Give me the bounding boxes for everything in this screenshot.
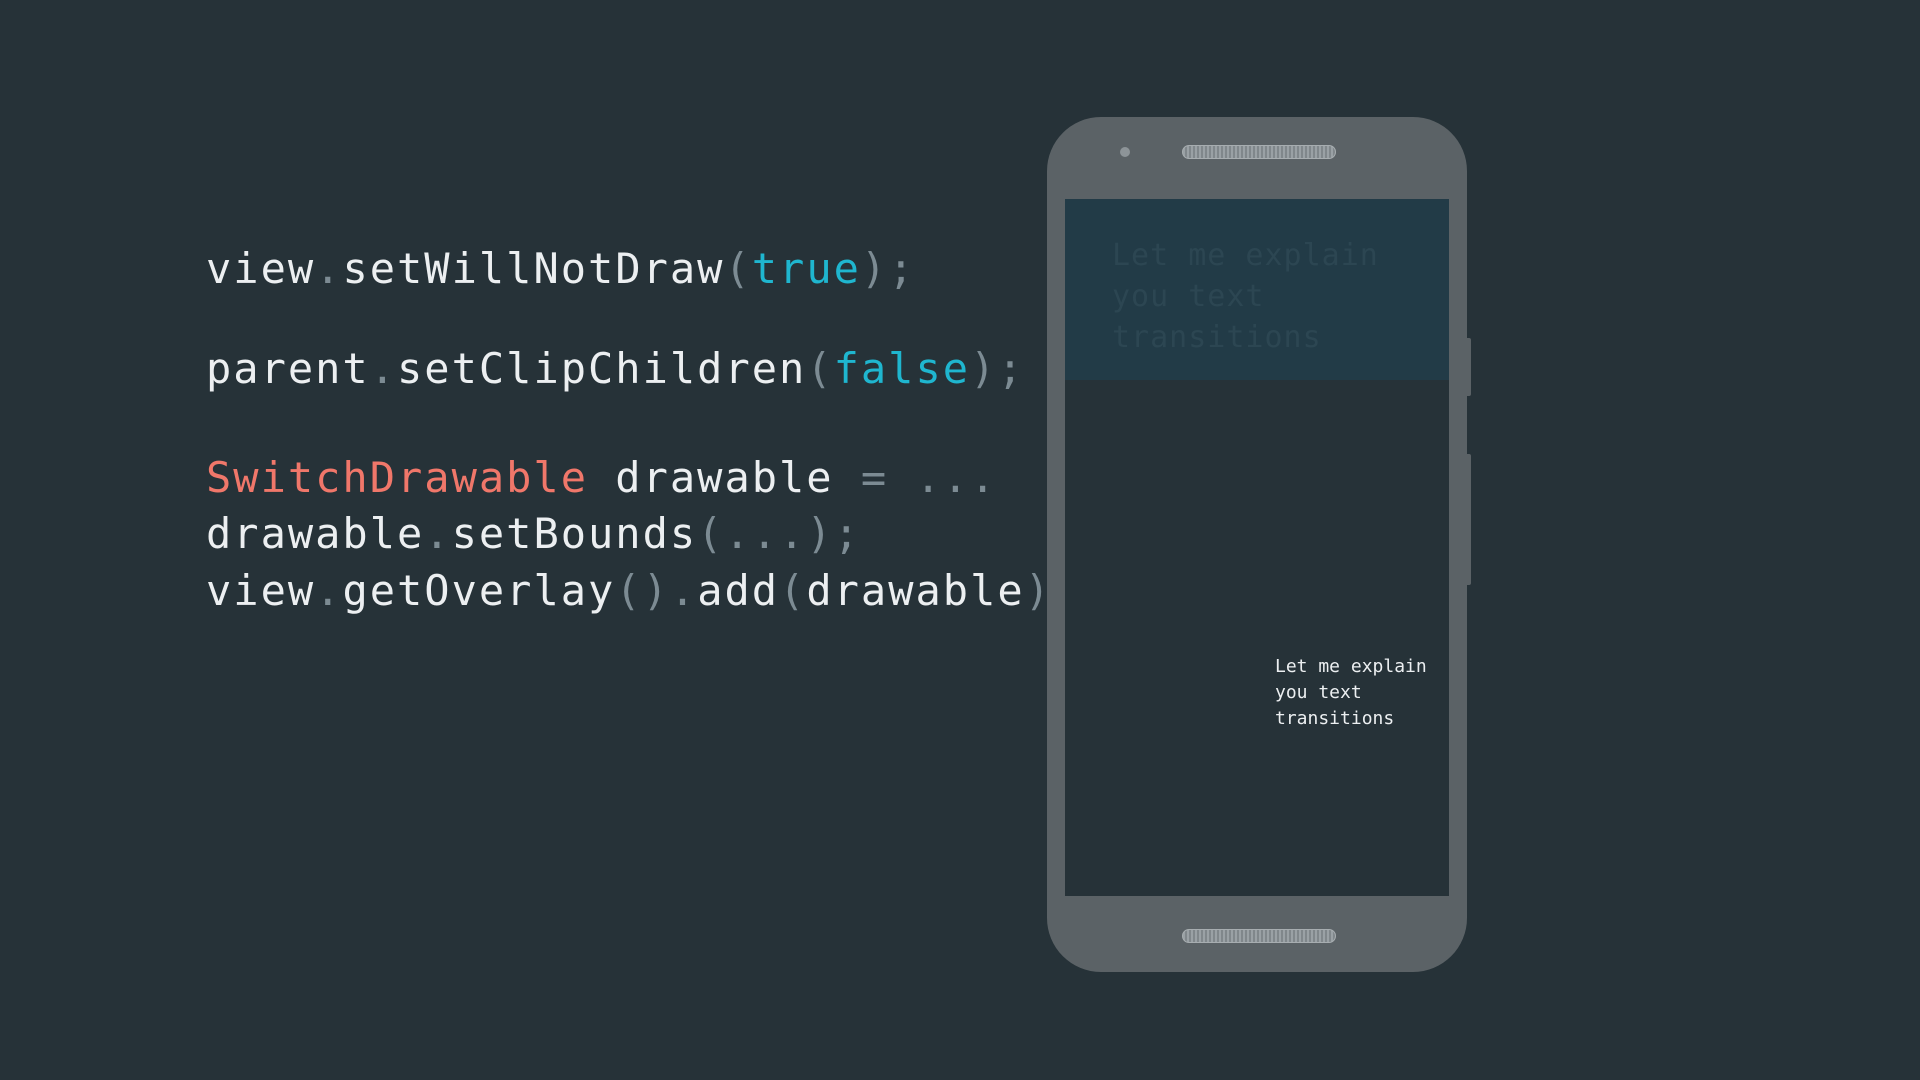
- code-token-punctuation: );: [970, 344, 1025, 393]
- volume-rocker: [1466, 454, 1471, 585]
- code-token-method: setBounds: [451, 509, 698, 558]
- code-token-punctuation: .: [315, 244, 343, 293]
- code-token-identifier: drawable: [806, 566, 1025, 615]
- code-line-declare-drawable: SwitchDrawable drawable = ...: [206, 450, 997, 506]
- bottom-speaker-grille: [1182, 929, 1336, 943]
- code-token-method: setWillNotDraw: [342, 244, 725, 293]
- code-token-punctuation: .: [669, 566, 698, 615]
- top-speaker-grille: [1182, 145, 1336, 159]
- code-token-identifier: parent: [206, 344, 370, 393]
- code-token-punctuation: .: [424, 509, 452, 558]
- code-line-overlay-add: view.getOverlay().add(drawable);: [206, 563, 1079, 619]
- power-button: [1466, 338, 1471, 396]
- code-token-method: getOverlay: [342, 566, 616, 615]
- code-token-punctuation: (: [806, 344, 834, 393]
- code-token-identifier: drawable: [206, 509, 425, 558]
- front-camera-icon: [1120, 147, 1130, 157]
- code-token-keyword: true: [751, 244, 861, 293]
- code-line-set-bounds: drawable.setBounds(...);: [206, 506, 861, 562]
- phone-screen: Let me explain you text transitions Let …: [1065, 199, 1449, 896]
- code-token-punctuation: (): [615, 566, 670, 615]
- code-token-type: SwitchDrawable: [206, 453, 589, 502]
- code-token-identifier: view: [206, 244, 316, 293]
- code-token-punctuation: = ...: [860, 453, 998, 502]
- code-token-identifier: view: [206, 566, 316, 615]
- code-token-punctuation: .: [315, 566, 343, 615]
- code-token-punctuation: (: [779, 566, 807, 615]
- code-line-set-will-not-draw: view.setWillNotDraw(true);: [206, 241, 916, 297]
- transition-text: Let me explain you text transitions: [1275, 656, 1427, 729]
- code-token-method: add: [697, 566, 780, 615]
- code-token-punctuation: (: [724, 244, 752, 293]
- phone-mockup: Let me explain you text transitions Let …: [1047, 117, 1471, 972]
- code-snippet: view.setWillNotDraw(true); parent.setCli…: [206, 0, 1077, 700]
- code-token-punctuation: (...);: [697, 509, 861, 558]
- code-token-keyword: false: [833, 344, 971, 393]
- code-token-punctuation: .: [369, 344, 398, 393]
- screen-header-panel: Let me explain you text transitions: [1065, 199, 1449, 380]
- code-token-identifier: drawable: [588, 453, 861, 502]
- code-token-punctuation: );: [860, 244, 916, 293]
- code-token-method: setClipChildren: [397, 344, 807, 393]
- code-line-set-clip-children: parent.setClipChildren(false);: [206, 341, 1025, 397]
- faded-header-text: Let me explain you text transitions: [1112, 238, 1379, 355]
